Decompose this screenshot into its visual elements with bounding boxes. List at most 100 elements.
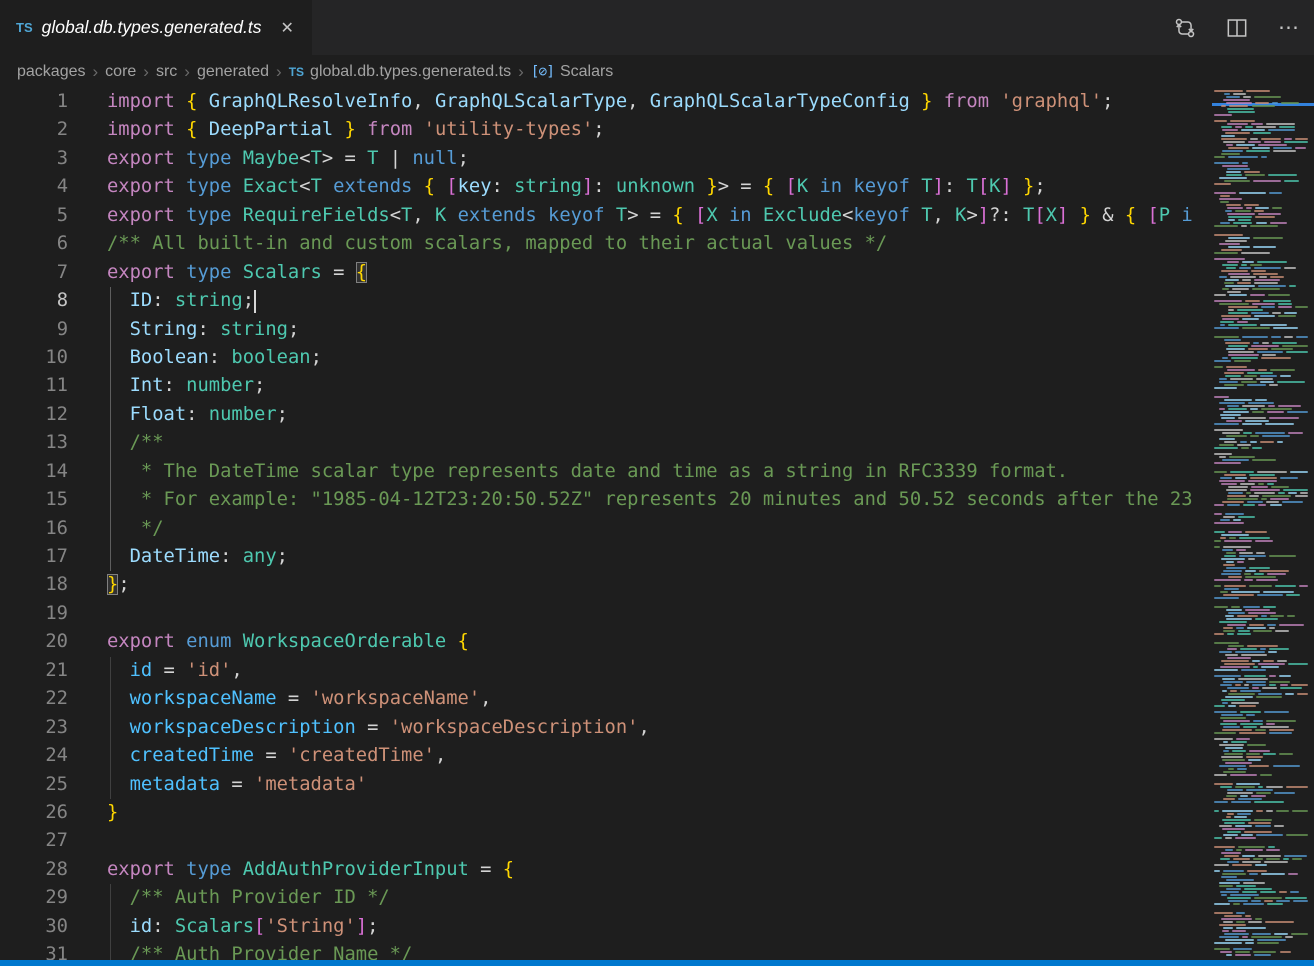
code-line-19[interactable]: 19 bbox=[0, 600, 1212, 628]
code-line-10[interactable]: 10 Boolean: boolean; bbox=[0, 344, 1212, 372]
split-editor-icon[interactable] bbox=[1224, 15, 1250, 41]
line-number[interactable]: 31 bbox=[0, 941, 68, 960]
minimap-code-mark bbox=[1219, 408, 1225, 410]
code-line-22[interactable]: 22 workspaceName = 'workspaceName', bbox=[0, 685, 1212, 713]
breadcrumb-item-global-db-types-generated-ts[interactable]: TSglobal.db.types.generated.ts bbox=[289, 63, 511, 81]
minimap-code-mark bbox=[1256, 552, 1265, 554]
code-line-16[interactable]: 16 */ bbox=[0, 515, 1212, 543]
breadcrumb-item-generated[interactable]: generated bbox=[197, 63, 269, 81]
status-bar[interactable] bbox=[0, 960, 1314, 966]
minimap-code-mark bbox=[1243, 606, 1260, 608]
code-line-23[interactable]: 23 workspaceDescription = 'workspaceDesc… bbox=[0, 714, 1212, 742]
minimap-code-mark bbox=[1214, 471, 1227, 473]
minimap-code-mark bbox=[1240, 648, 1257, 650]
line-number[interactable]: 15 bbox=[0, 486, 68, 514]
line-number[interactable]: 16 bbox=[0, 515, 68, 543]
minimap-code-mark bbox=[1223, 546, 1252, 548]
line-number[interactable]: 25 bbox=[0, 771, 68, 799]
code-line-14[interactable]: 14 * The DateTime scalar type represents… bbox=[0, 458, 1212, 486]
line-number[interactable]: 18 bbox=[0, 571, 68, 599]
code-line-13[interactable]: 13 /** bbox=[0, 429, 1212, 457]
code-line-9[interactable]: 9 String: string; bbox=[0, 316, 1212, 344]
minimap-code-mark bbox=[1250, 264, 1262, 266]
code-line-17[interactable]: 17 DateTime: any; bbox=[0, 543, 1212, 571]
code-line-31[interactable]: 31 /** Auth Provider Name */ bbox=[0, 941, 1212, 960]
breadcrumb-item-src[interactable]: src bbox=[156, 63, 177, 81]
minimap-code-mark bbox=[1219, 378, 1227, 380]
line-number[interactable]: 29 bbox=[0, 884, 68, 912]
line-number[interactable]: 20 bbox=[0, 628, 68, 656]
minimap[interactable] bbox=[1212, 88, 1314, 960]
line-number[interactable]: 26 bbox=[0, 799, 68, 827]
line-number[interactable]: 2 bbox=[0, 116, 68, 144]
line-number[interactable]: 19 bbox=[0, 600, 68, 628]
code-line-25[interactable]: 25 metadata = 'metadata' bbox=[0, 771, 1212, 799]
minimap-code-mark bbox=[1222, 873, 1246, 875]
minimap-code-mark bbox=[1222, 549, 1233, 551]
line-number[interactable]: 6 bbox=[0, 230, 68, 258]
breadcrumb-item-packages[interactable]: packages bbox=[17, 63, 86, 81]
minimap-code-mark bbox=[1226, 561, 1234, 563]
minimap-code-mark bbox=[1223, 411, 1249, 413]
line-number[interactable]: 11 bbox=[0, 372, 68, 400]
minimap-code-mark bbox=[1219, 885, 1233, 887]
minimap-code-mark bbox=[1222, 690, 1227, 692]
code-line-15[interactable]: 15 * For example: "1985-04-12T23:20:50.5… bbox=[0, 486, 1212, 514]
minimap-code-mark bbox=[1254, 573, 1264, 575]
minimap-code-mark bbox=[1295, 495, 1308, 497]
line-number[interactable]: 30 bbox=[0, 913, 68, 941]
line-number[interactable]: 8 bbox=[0, 287, 68, 315]
minimap-code-mark bbox=[1296, 336, 1308, 338]
line-number[interactable]: 10 bbox=[0, 344, 68, 372]
line-number[interactable]: 4 bbox=[0, 173, 68, 201]
code-line-26[interactable]: 26} bbox=[0, 799, 1212, 827]
code-line-8[interactable]: 8 ID: string; bbox=[0, 287, 1212, 315]
code-line-2[interactable]: 2import { DeepPartial } from 'utility-ty… bbox=[0, 116, 1212, 144]
line-number[interactable]: 5 bbox=[0, 202, 68, 230]
breadcrumb-item-core[interactable]: core bbox=[105, 63, 136, 81]
line-number[interactable]: 7 bbox=[0, 259, 68, 287]
close-tab-icon[interactable]: ✕ bbox=[277, 16, 298, 40]
line-number[interactable]: 12 bbox=[0, 401, 68, 429]
line-number[interactable]: 21 bbox=[0, 657, 68, 685]
minimap-code-mark bbox=[1224, 585, 1246, 587]
line-number[interactable]: 24 bbox=[0, 742, 68, 770]
minimap-code-mark bbox=[1262, 435, 1290, 437]
line-number[interactable]: 9 bbox=[0, 316, 68, 344]
code-line-4[interactable]: 4export type Exact<T extends { [key: str… bbox=[0, 173, 1212, 201]
code-line-18[interactable]: 18}; bbox=[0, 571, 1212, 599]
code-line-21[interactable]: 21 id = 'id', bbox=[0, 657, 1212, 685]
line-number[interactable]: 1 bbox=[0, 88, 68, 116]
line-number[interactable]: 13 bbox=[0, 429, 68, 457]
more-actions-icon[interactable]: ⋯ bbox=[1276, 15, 1302, 41]
tab-global-db-types-generated-ts[interactable]: TS global.db.types.generated.ts ✕ bbox=[0, 0, 312, 55]
code-line-5[interactable]: 5export type RequireFields<T, K extends … bbox=[0, 202, 1212, 230]
minimap-code-mark bbox=[1220, 414, 1241, 416]
line-number[interactable]: 22 bbox=[0, 685, 68, 713]
line-number[interactable]: 27 bbox=[0, 827, 68, 855]
line-number[interactable]: 23 bbox=[0, 714, 68, 742]
code-line-29[interactable]: 29 /** Auth Provider ID */ bbox=[0, 884, 1212, 912]
code-line-7[interactable]: 7export type Scalars = { bbox=[0, 259, 1212, 287]
code-line-11[interactable]: 11 Int: number; bbox=[0, 372, 1212, 400]
line-number[interactable]: 14 bbox=[0, 458, 68, 486]
open-changes-icon[interactable] bbox=[1172, 15, 1198, 41]
code-line-12[interactable]: 12 Float: number; bbox=[0, 401, 1212, 429]
code-line-30[interactable]: 30 id: Scalars['String']; bbox=[0, 913, 1212, 941]
code-line-6[interactable]: 6/** All built-in and custom scalars, ma… bbox=[0, 230, 1212, 258]
code-line-20[interactable]: 20export enum WorkspaceOrderable { bbox=[0, 628, 1212, 656]
code-editor[interactable]: 1import { GraphQLResolveInfo, GraphQLSca… bbox=[0, 88, 1212, 960]
line-number[interactable]: 28 bbox=[0, 856, 68, 884]
line-number[interactable]: 17 bbox=[0, 543, 68, 571]
minimap-code-mark bbox=[1230, 276, 1256, 278]
code-line-3[interactable]: 3export type Maybe<T> = T | null; bbox=[0, 145, 1212, 173]
code-line-24[interactable]: 24 createdTime = 'createdTime', bbox=[0, 742, 1212, 770]
code-line-28[interactable]: 28export type AddAuthProviderInput = { bbox=[0, 856, 1212, 884]
breadcrumb-item-scalars[interactable]: [⊘]Scalars bbox=[531, 63, 614, 81]
minimap-code-mark bbox=[1277, 660, 1287, 662]
code-line-1[interactable]: 1import { GraphQLResolveInfo, GraphQLSca… bbox=[0, 88, 1212, 116]
line-number[interactable]: 3 bbox=[0, 145, 68, 173]
code-line-27[interactable]: 27 bbox=[0, 827, 1212, 855]
minimap-code-mark bbox=[1238, 516, 1256, 518]
minimap-code-mark bbox=[1267, 903, 1283, 905]
